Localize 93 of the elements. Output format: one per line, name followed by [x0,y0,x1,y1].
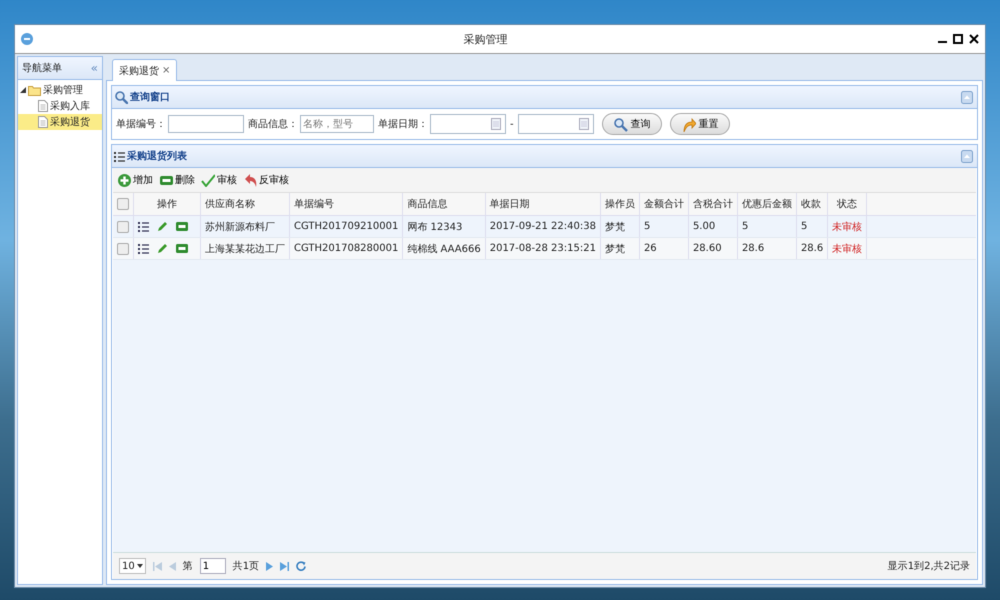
column-header: 单据编号 [294,199,334,210]
next-page-icon [266,562,274,570]
field-label: 单据编号： [116,118,166,131]
reset-button[interactable]: 重置 [670,113,730,135]
row-checkbox[interactable] [117,220,129,232]
table-cell: CGTH201709210001 [294,221,398,232]
table-cell: 网布 12343 [407,222,462,232]
table-cell: 纯棉线 AAA666 [407,244,481,254]
panel-title: 采购退货列表 [127,150,187,163]
table-cell: 26 [644,243,657,254]
toolbar-button[interactable]: 审核 [201,173,237,187]
table-cell: 2017-09-21 22:40:38 [490,221,596,232]
input-field[interactable]: 名称，型号 [300,115,374,133]
tree-item[interactable]: 采购退货 [18,114,102,130]
table-cell: 5 [800,221,808,232]
field-label: 商品信息： [248,118,298,131]
curved-arrow-icon [680,116,696,132]
status-text: 未审核 [832,244,862,254]
minus-icon [159,173,173,187]
tree-item[interactable]: 采购管理 [18,82,102,98]
column-header: 金额合计 [644,199,684,210]
folder-icon [28,84,41,96]
dropdown-caret-icon [136,564,143,568]
toolbar-button[interactable]: 反审核 [243,173,289,187]
calendar-icon [578,118,589,130]
document-icon [38,116,48,128]
row-checkbox[interactable] [117,242,129,254]
collapse-panel-icon [961,150,973,162]
column-header: 供应商名称 [205,199,255,210]
search-button[interactable]: 查询 [602,113,662,135]
table-cell: 2017-08-28 23:15:21 [490,243,596,254]
record-summary: 显示1到2,共2记录 [888,560,970,573]
table-cell: 28.6 [800,243,824,254]
sidebar-title: 导航菜单 [22,62,62,75]
table-cell: 5 [742,221,748,232]
undo-arrow-icon [243,173,257,187]
list-icon [138,242,149,254]
select-all-checkbox[interactable] [117,198,129,210]
table-cell: CGTH201708280001 [294,243,398,254]
column-header: 收款 [800,199,821,210]
first-page-icon [152,562,162,570]
input-field[interactable] [168,115,244,133]
list-icon [138,220,149,232]
table-cell: 梦梵 [604,244,625,254]
collapse-panel-icon [961,90,973,104]
table-cell: 28.6 [742,243,764,254]
previous-page-icon [168,562,176,570]
refresh-icon [296,561,306,571]
date-field[interactable] [518,114,594,134]
column-header: 状态 [837,199,858,210]
date-field[interactable] [430,114,506,134]
pencil-icon [157,220,168,232]
table-cell: 28.60 [692,243,722,254]
plus-icon [117,173,131,187]
column-header: 单据日期 [490,199,530,210]
table-cell: 5.00 [692,221,716,232]
table-cell: 梦梵 [604,222,625,232]
pencil-icon [157,242,168,254]
page-size-select[interactable]: 10 [119,558,146,574]
table-cell: 苏州新源布料厂 [205,222,275,232]
close-icon [969,34,979,44]
column-header: 优惠后金额 [742,199,792,210]
list-icon [114,150,125,162]
tab[interactable]: 采购退货 × [112,59,178,81]
field-label: 单据日期： [378,118,428,131]
magnifier-icon [114,90,128,104]
checkmark-icon [201,173,215,187]
column-header: 操作员 [604,199,635,210]
magnifier-icon [612,116,628,132]
column-header: 含税合计 [692,199,733,210]
page-label: 第 [182,560,193,573]
maximize-icon [953,34,963,44]
toolbar-button[interactable]: 增加 [117,173,153,187]
tab-close-button[interactable]: × [162,65,170,76]
tree-item[interactable]: 采购入库 [18,98,102,114]
page-number-field[interactable]: 1 [200,558,226,574]
app-logo-icon [21,33,33,45]
table-cell: 5 [644,221,650,232]
window-title: 采购管理 [462,32,508,46]
column-header: 操作 [157,199,177,210]
column-header: 商品信息 [407,199,448,210]
panel-title: 查询窗口 [130,90,170,104]
range-separator: - [510,118,514,130]
table-cell: 上海某某花边工厂 [205,244,285,254]
toolbar-button[interactable]: 删除 [159,173,195,187]
minimize-icon [938,41,947,43]
page-count-label: 共1页 [232,560,260,573]
document-icon [38,100,48,112]
minus-icon [176,222,188,231]
minus-icon [176,244,188,253]
calendar-icon [491,118,501,130]
last-page-icon [280,562,290,570]
status-text: 未审核 [832,222,862,232]
